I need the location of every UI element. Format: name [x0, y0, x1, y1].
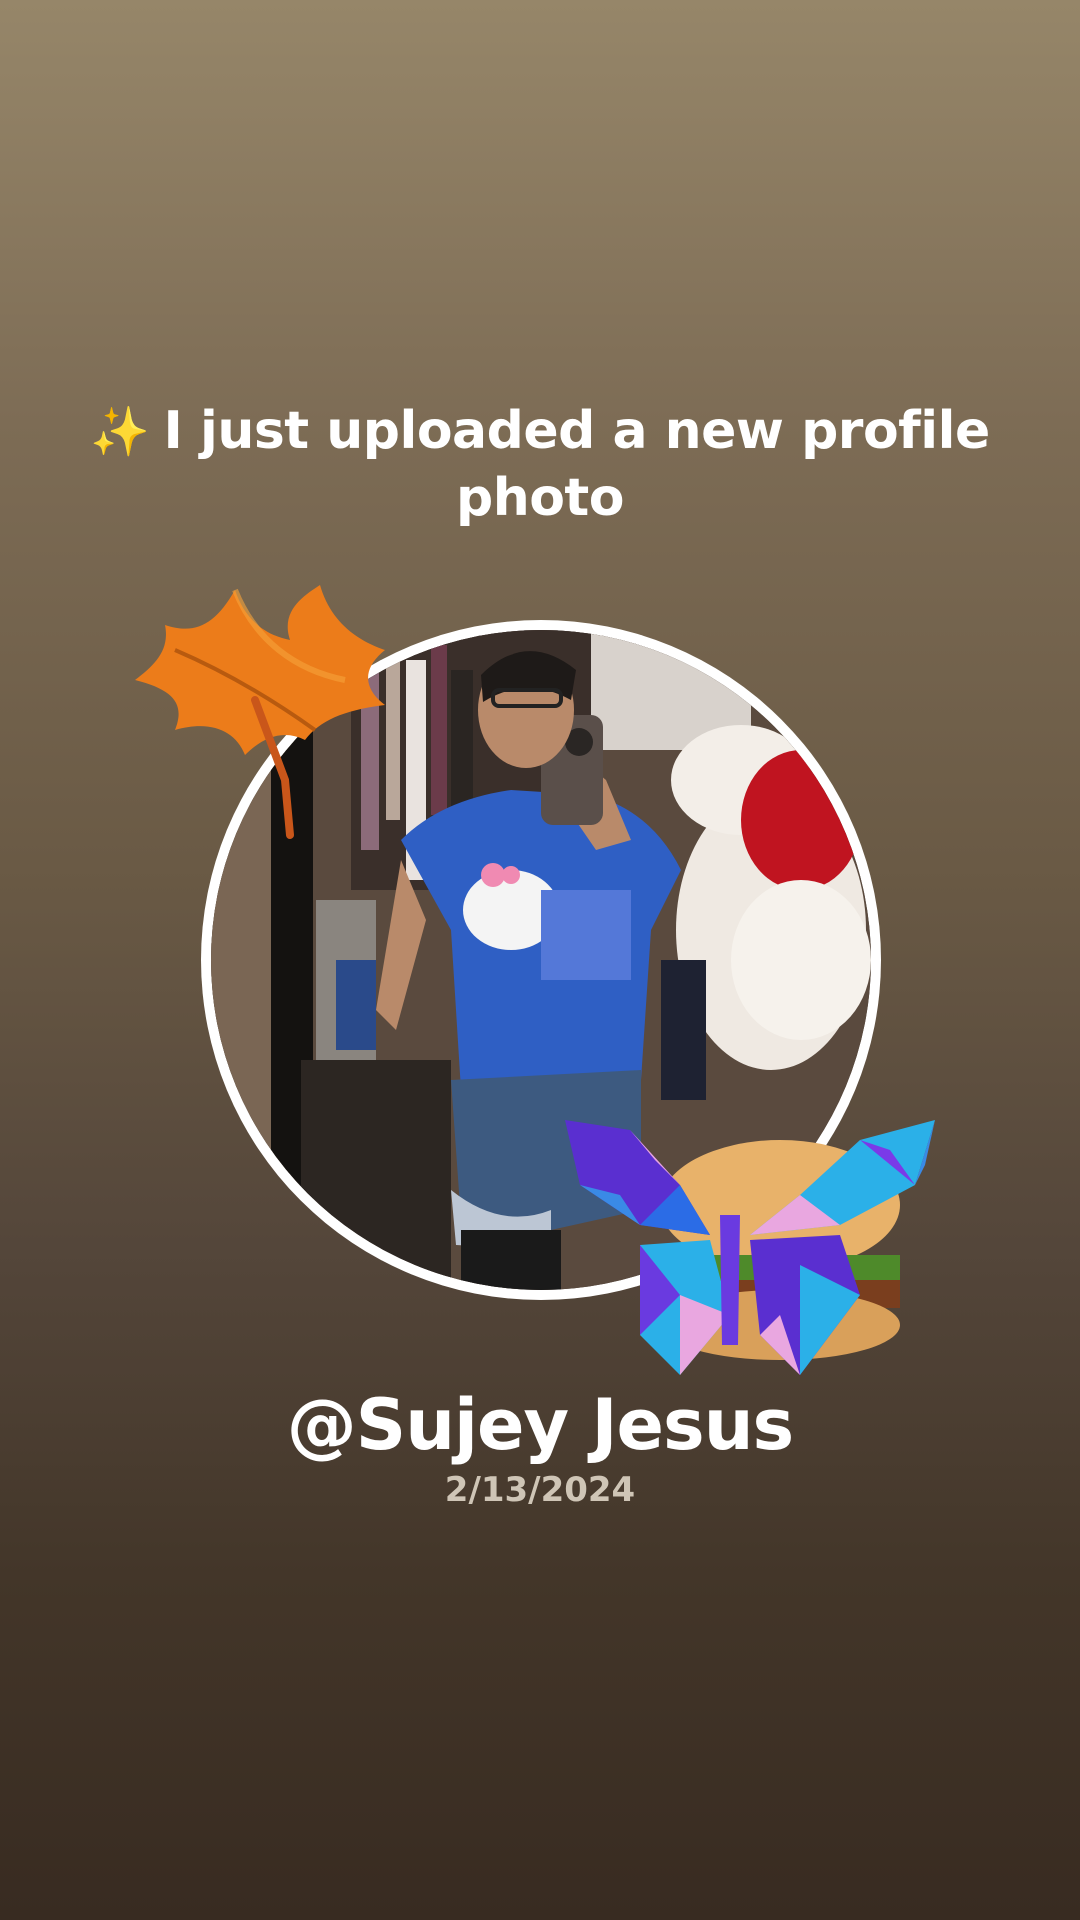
maple-leaf-icon: [135, 585, 385, 839]
upload-date: 2/13/2024: [444, 1470, 636, 1510]
username[interactable]: @Sujey Jesus: [0, 1385, 1080, 1465]
headline: ✨ I just uploaded a new profile photo: [0, 398, 1080, 531]
crystal-butterfly-icon: [565, 1120, 935, 1375]
sparkles-icon: ✨: [90, 404, 150, 460]
headline-text: I just uploaded a new profile photo: [163, 401, 991, 528]
